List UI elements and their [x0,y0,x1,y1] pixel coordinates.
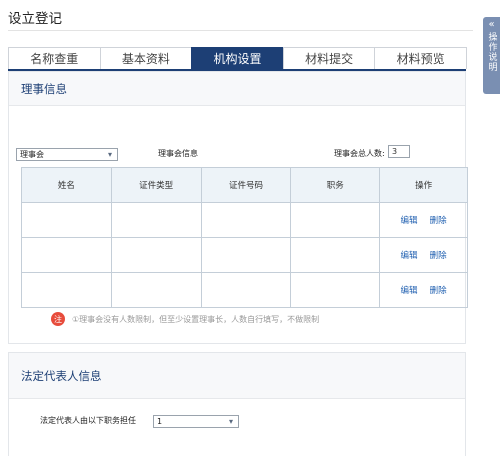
legal-rep-panel-header: 法定代表人信息 [9,353,465,399]
cell-position [290,272,381,308]
table-header-row: 姓名 证件类型 证件号码 职务 操作 [21,167,468,203]
page-title: 设立登记 [8,11,62,27]
cell-id-type [110,237,202,273]
council-note: ①理事会没有人数限制，但至少设置理事长，人数自行填写，不做限制 [72,315,320,324]
col-id-type: 证件类型 [110,167,202,203]
tab-org-setup[interactable]: 机构设置 [191,47,284,69]
cell-name [21,202,112,238]
council-total-label: 理事会总人数: [334,149,385,158]
col-id-number: 证件号码 [200,167,292,203]
council-table: 姓名 证件类型 证件号码 职务 操作 编辑 删除 编辑 删除 编辑 删除 [21,167,468,308]
legal-rep-panel: 法定代表人信息 [8,352,466,456]
council-panel-header: 理事信息 [9,72,465,106]
side-help-tab[interactable]: « 操作说明 [483,17,500,94]
delete-link[interactable]: 删除 [430,216,447,226]
step-tabs: 名称查重 基本资料 机构设置 材料提交 材料预览 [8,47,467,71]
cell-id-number [200,202,292,238]
council-type-value: 理事会 [20,150,44,159]
col-position: 职务 [290,167,381,203]
chevron-icon: « [488,19,495,30]
table-row: 编辑 删除 [21,272,468,308]
cell-position [290,202,381,238]
chevron-down-icon: ▾ [228,417,233,426]
cell-position [290,237,381,273]
cell-name [21,272,112,308]
edit-link[interactable]: 编辑 [401,216,418,226]
title-divider [8,30,473,31]
cell-actions: 编辑 删除 [379,237,468,273]
legal-rep-section-title: 法定代表人信息 [21,368,102,383]
edit-link[interactable]: 编辑 [401,286,418,296]
tab-material-submit[interactable]: 材料提交 [282,47,376,69]
tab-basic-info[interactable]: 基本资料 [99,47,193,69]
col-actions: 操作 [379,167,468,203]
council-total-input[interactable]: 3 [388,145,410,158]
legal-rep-value: 1 [157,417,163,426]
note-badge-icon: 注 [51,312,65,326]
cell-id-type [110,202,202,238]
cell-id-type [110,272,202,308]
table-row: 编辑 删除 [21,202,468,238]
cell-actions: 编辑 删除 [379,202,468,238]
council-section-title: 理事信息 [21,81,67,96]
tab-material-preview[interactable]: 材料预览 [374,47,467,69]
side-help-label: 操作说明 [486,32,497,72]
delete-link[interactable]: 删除 [430,251,447,261]
cell-id-number [200,237,292,273]
council-info-label: 理事会信息 [158,149,198,158]
edit-link[interactable]: 编辑 [401,251,418,261]
legal-rep-select[interactable]: 1 ▾ [153,415,239,428]
delete-link[interactable]: 删除 [430,286,447,296]
cell-name [21,237,112,273]
council-type-select[interactable]: 理事会 ▾ [16,148,118,161]
legal-rep-label: 法定代表人由以下职务担任 [40,416,136,425]
chevron-down-icon: ▾ [107,150,112,159]
tab-name-check[interactable]: 名称查重 [8,47,101,69]
cell-actions: 编辑 删除 [379,272,468,308]
col-name: 姓名 [21,167,112,203]
cell-id-number [200,272,292,308]
table-row: 编辑 删除 [21,237,468,273]
